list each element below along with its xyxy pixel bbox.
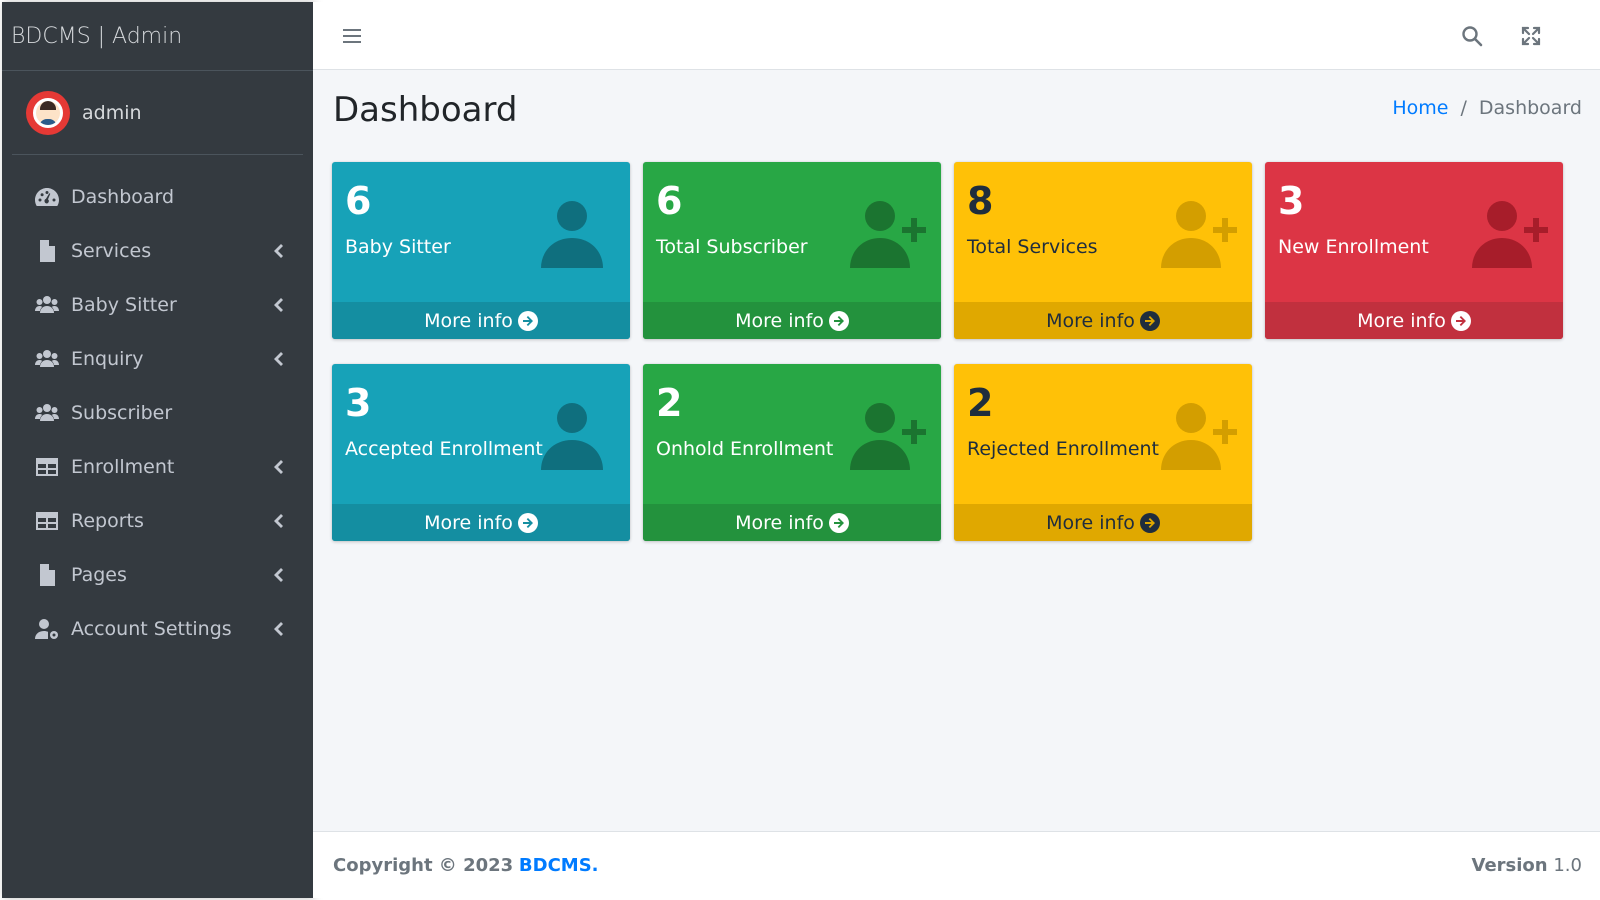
version-number: 1.0 xyxy=(1553,854,1582,876)
chevron-left-icon xyxy=(273,622,285,636)
sidebar-item-label: Subscriber xyxy=(71,402,173,424)
breadcrumb: Home / Dashboard xyxy=(1392,97,1582,119)
sidebar-item-label: Dashboard xyxy=(71,186,175,208)
table-icon xyxy=(34,510,59,532)
topbar xyxy=(313,2,1600,70)
stat-box-baby-sitter: 6 Baby Sitter More info xyxy=(332,162,630,339)
sidebar-item-account-settings[interactable]: Account Settings xyxy=(2,602,313,656)
sidebar-item-label: Enquiry xyxy=(71,348,144,370)
sidebar-item-subscriber[interactable]: Subscriber xyxy=(2,386,313,440)
arrow-circle-right-icon xyxy=(517,512,538,533)
chevron-left-icon xyxy=(273,568,285,582)
user-cog-icon xyxy=(34,618,59,640)
stat-box-total-subscriber: 6 Total Subscriber More info xyxy=(643,162,941,339)
tachometer-icon xyxy=(34,186,59,208)
hamburger-icon[interactable] xyxy=(338,22,366,50)
more-info-link[interactable]: More info xyxy=(332,504,630,541)
main-content: Dashboard Home / Dashboard 6 Baby Sitter… xyxy=(313,70,1600,831)
more-info-link[interactable]: More info xyxy=(954,504,1252,541)
sidebar-item-enquiry[interactable]: Enquiry xyxy=(2,332,313,386)
copyright-text: Copyright © 2023 xyxy=(333,854,514,876)
more-info-label: More info xyxy=(735,309,824,332)
user-icon xyxy=(539,196,615,268)
stat-box-new-enrollment: 3 New Enrollment More info xyxy=(1265,162,1563,339)
user-plus-icon xyxy=(1472,196,1548,268)
brand-title[interactable]: BDCMS | Admin xyxy=(2,2,313,71)
sidebar-item-services[interactable]: Services xyxy=(2,224,313,278)
more-info-label: More info xyxy=(1046,511,1135,534)
sidebar-item-pages[interactable]: Pages xyxy=(2,548,313,602)
arrow-circle-right-icon xyxy=(828,310,849,331)
user-icon xyxy=(539,398,615,470)
breadcrumb-home[interactable]: Home xyxy=(1392,97,1448,119)
sidebar-nav: Dashboard Services Baby Sitter Enquiry S… xyxy=(2,170,313,656)
user-name[interactable]: admin xyxy=(82,102,142,124)
table-icon xyxy=(34,456,59,478)
chevron-left-icon xyxy=(273,460,285,474)
sidebar-item-label: Services xyxy=(71,240,152,262)
more-info-label: More info xyxy=(1046,309,1135,332)
user-plus-icon xyxy=(850,196,926,268)
chevron-left-icon xyxy=(273,352,285,366)
avatar[interactable] xyxy=(26,90,70,135)
users-icon xyxy=(34,348,59,370)
chevron-left-icon xyxy=(273,298,285,312)
arrow-circle-right-icon xyxy=(517,310,538,331)
sidebar-item-enrollment[interactable]: Enrollment xyxy=(2,440,313,494)
more-info-link[interactable]: More info xyxy=(643,302,941,339)
expand-icon[interactable] xyxy=(1517,22,1545,50)
chevron-left-icon xyxy=(273,244,285,258)
more-info-link[interactable]: More info xyxy=(332,302,630,339)
version-info: Version 1.0 xyxy=(1472,855,1582,876)
user-plus-icon xyxy=(1161,196,1237,268)
sidebar-item-label: Baby Sitter xyxy=(71,294,177,316)
sidebar-item-dashboard[interactable]: Dashboard xyxy=(2,170,313,224)
user-panel: admin xyxy=(12,71,303,155)
breadcrumb-separator: / xyxy=(1460,97,1467,119)
page-title: Dashboard xyxy=(333,90,518,130)
sidebar-item-label: Reports xyxy=(71,510,144,532)
sidebar-item-baby-sitter[interactable]: Baby Sitter xyxy=(2,278,313,332)
version-label: Version xyxy=(1471,854,1548,876)
arrow-circle-right-icon xyxy=(1139,512,1160,533)
more-info-label: More info xyxy=(735,511,824,534)
search-icon[interactable] xyxy=(1458,22,1486,50)
footer-brand-link[interactable]: BDCMS. xyxy=(519,855,599,876)
more-info-link[interactable]: More info xyxy=(954,302,1252,339)
sidebar-item-label: Pages xyxy=(71,564,127,586)
stat-box-onhold-enrollment: 2 Onhold Enrollment More info xyxy=(643,364,941,541)
more-info-label: More info xyxy=(424,309,513,332)
stat-box-rejected-enrollment: 2 Rejected Enrollment More info xyxy=(954,364,1252,541)
arrow-circle-right-icon xyxy=(1450,310,1471,331)
more-info-link[interactable]: More info xyxy=(1265,302,1563,339)
more-info-link[interactable]: More info xyxy=(643,504,941,541)
more-info-label: More info xyxy=(424,511,513,534)
users-icon xyxy=(34,402,59,424)
users-icon xyxy=(34,294,59,316)
user-plus-icon xyxy=(850,398,926,470)
breadcrumb-current: Dashboard xyxy=(1478,97,1582,119)
arrow-circle-right-icon xyxy=(1139,310,1160,331)
more-info-label: More info xyxy=(1357,309,1446,332)
stat-box-accepted-enrollment: 3 Accepted Enrollment More info xyxy=(332,364,630,541)
page-footer: Copyright © 2023 BDCMS. Version 1.0 xyxy=(313,831,1600,898)
file-icon xyxy=(34,564,59,586)
user-plus-icon xyxy=(1161,398,1237,470)
sidebar: BDCMS | Admin admin Dashboard Services B… xyxy=(2,2,313,898)
file-icon xyxy=(34,240,59,262)
sidebar-item-reports[interactable]: Reports xyxy=(2,494,313,548)
copyright: Copyright © 2023 BDCMS. xyxy=(333,855,599,876)
sidebar-item-label: Enrollment xyxy=(71,456,175,478)
arrow-circle-right-icon xyxy=(828,512,849,533)
sidebar-item-label: Account Settings xyxy=(71,618,232,640)
stat-box-total-services: 8 Total Services More info xyxy=(954,162,1252,339)
chevron-left-icon xyxy=(273,514,285,528)
